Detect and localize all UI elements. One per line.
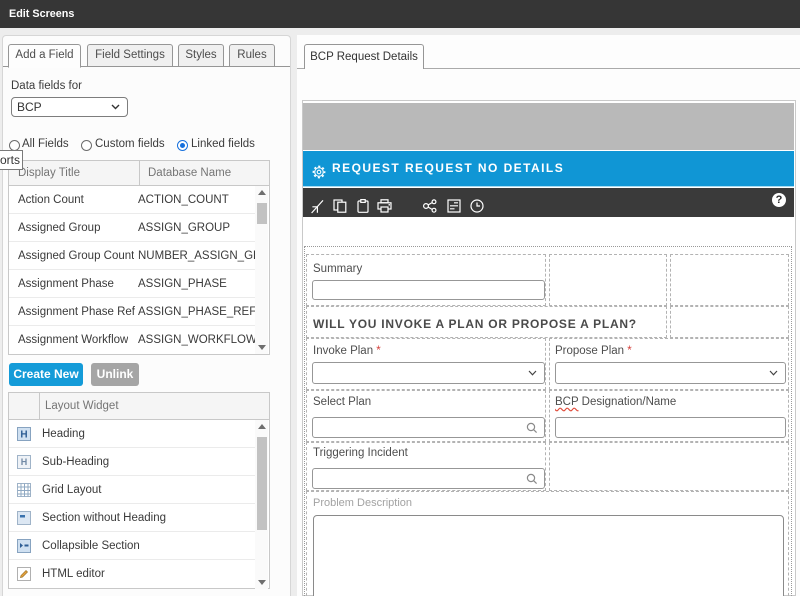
svg-text:H: H — [20, 430, 27, 441]
svg-text:H: H — [21, 457, 28, 467]
